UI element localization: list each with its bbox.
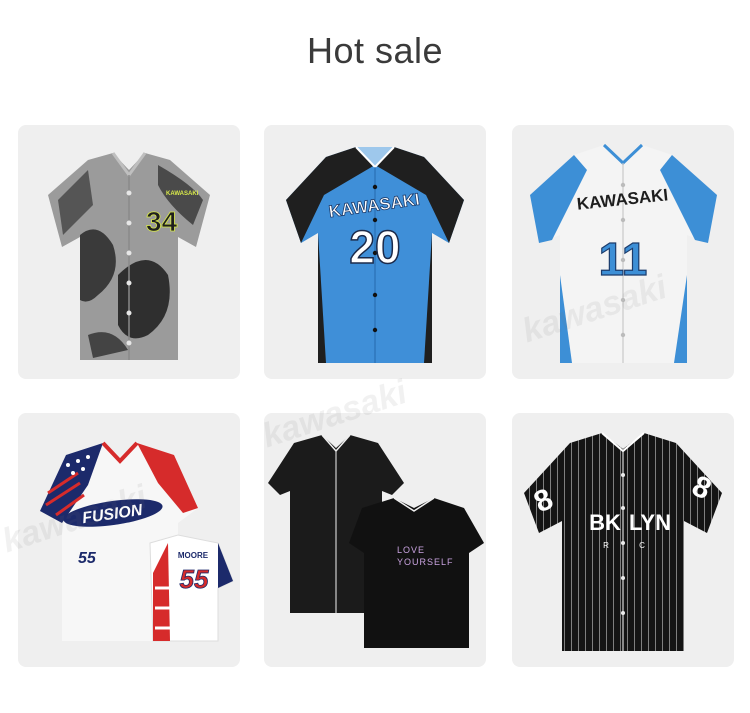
jersey-number: 11 bbox=[599, 233, 648, 285]
product-card-flag-jersey[interactable]: FUSION 55 MOORE 55 bbox=[18, 413, 240, 667]
product-card-pinstripe-jersey[interactable]: 8 8 BK LYN R C bbox=[512, 413, 734, 667]
page-title: Hot sale bbox=[306, 30, 444, 71]
jersey-number: 34 bbox=[146, 206, 178, 237]
jersey-number: 20 bbox=[349, 221, 400, 273]
back-text-yourself: YOURSELF bbox=[397, 557, 454, 567]
back-number: 55 bbox=[180, 564, 209, 594]
chest-text-left: BK bbox=[589, 510, 621, 535]
product-card-white-blue-jersey[interactable]: KAWASAKI 11 bbox=[512, 125, 734, 379]
product-card-black-tee-jersey[interactable]: LOVE YOURSELF bbox=[264, 413, 486, 667]
flag-jersey-image: FUSION 55 MOORE 55 bbox=[40, 441, 234, 642]
jersey-brand: KAWASAKI bbox=[166, 191, 199, 197]
chest-small-left: R bbox=[603, 541, 609, 550]
chest-text-right: LYN bbox=[629, 510, 671, 535]
camo-jersey-image: KAWASAKI 34 bbox=[48, 152, 210, 360]
back-name: MOORE bbox=[178, 551, 209, 560]
blue-jersey-image: KAWASAKI 20 bbox=[286, 146, 464, 363]
chest-small-right: C bbox=[639, 541, 645, 550]
back-text-love: LOVE bbox=[397, 545, 425, 555]
product-card-camo-jersey[interactable]: KAWASAKI 34 bbox=[18, 125, 240, 379]
jersey-number: 55 bbox=[78, 550, 97, 567]
pinstripe-jersey-image: 8 8 BK LYN R C bbox=[524, 432, 722, 651]
product-card-blue-jersey[interactable]: KAWASAKI 20 bbox=[264, 125, 486, 379]
black-jersey-image: LOVE YOURSELF bbox=[268, 434, 484, 648]
white-jersey-image: KAWASAKI 11 bbox=[530, 143, 717, 363]
